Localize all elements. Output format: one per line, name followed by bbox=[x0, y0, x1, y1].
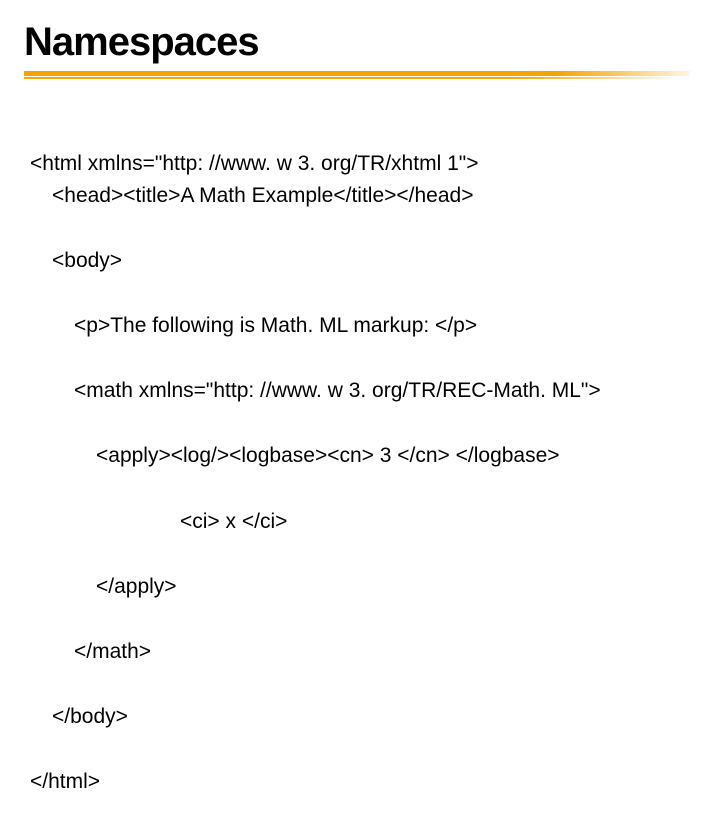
slide: Namespaces <html xmlns="http: //www. w 3… bbox=[0, 0, 720, 818]
code-line: </apply> bbox=[30, 571, 690, 604]
code-line: <html xmlns="http: //www. w 3. org/TR/xh… bbox=[30, 152, 478, 175]
code-line: </body> bbox=[30, 701, 690, 734]
code-line: </math> bbox=[30, 636, 690, 669]
title-underline bbox=[24, 71, 690, 93]
code-block: <html xmlns="http: //www. w 3. org/TR/xh… bbox=[30, 115, 690, 798]
code-line: <ci> x </ci> bbox=[30, 506, 690, 539]
page-title: Namespaces bbox=[24, 20, 690, 65]
code-line: <p>The following is Math. ML markup: </p… bbox=[30, 310, 690, 343]
code-line: <body> bbox=[30, 245, 690, 278]
code-line: </html> bbox=[30, 770, 100, 793]
code-line: <apply><log/><logbase><cn> 3 </cn> </log… bbox=[30, 440, 690, 473]
code-line: <head><title>A Math Example</title></hea… bbox=[30, 180, 690, 213]
code-line: <math xmlns="http: //www. w 3. org/TR/RE… bbox=[30, 375, 690, 408]
